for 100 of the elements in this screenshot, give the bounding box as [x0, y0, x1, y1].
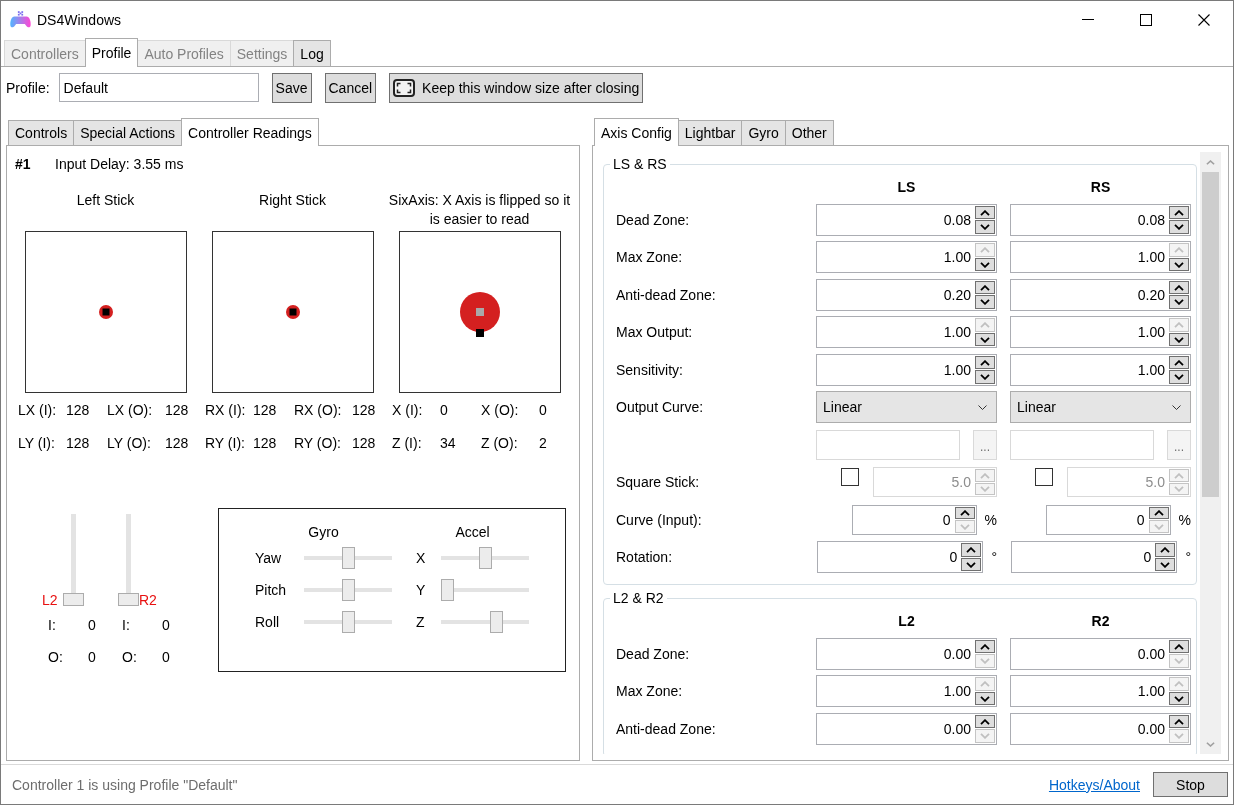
slider-thumb[interactable]: [478, 547, 492, 569]
spin-down-button[interactable]: [975, 691, 995, 706]
slider-thumb[interactable]: [341, 579, 355, 601]
reading-value: 34: [440, 434, 457, 451]
number-spinner[interactable]: 0.20: [816, 278, 997, 311]
reading-value: 128: [253, 401, 278, 418]
number-spinner[interactable]: 0.08: [1010, 203, 1191, 236]
number-spinner[interactable]: 1.00: [816, 316, 997, 349]
number-spinner[interactable]: 0.08: [816, 203, 997, 236]
slider-thumb[interactable]: [341, 611, 355, 633]
tab[interactable]: Controller Readings: [181, 118, 319, 146]
spin-up-button[interactable]: [954, 506, 975, 520]
text-field[interactable]: [1010, 429, 1154, 460]
dropdown[interactable]: Linear: [1010, 391, 1191, 424]
number-spinner[interactable]: 1.00: [816, 675, 997, 708]
spin-up-button[interactable]: [975, 205, 995, 220]
number-spinner[interactable]: 1.00: [1010, 675, 1191, 708]
tab[interactable]: Lightbar: [677, 120, 743, 145]
chevron-down-icon: [980, 261, 990, 268]
spin-down-button[interactable]: [975, 332, 995, 347]
number-spinner[interactable]: 0.00: [816, 637, 997, 670]
spin-down-button[interactable]: [1169, 370, 1189, 384]
number-spinner[interactable]: 1.00: [1010, 241, 1191, 274]
tab[interactable]: Profile: [84, 38, 139, 67]
tab[interactable]: Axis Config: [594, 118, 679, 146]
chevron-up-icon[interactable]: [1206, 160, 1215, 165]
slider-thumb[interactable]: [441, 579, 454, 601]
stop-button[interactable]: Stop: [1153, 772, 1228, 797]
number-spinner[interactable]: 1.00: [816, 353, 997, 386]
chevron-down-icon: [959, 523, 970, 530]
chevron-up-icon: [980, 643, 990, 650]
tab[interactable]: Other: [784, 120, 834, 145]
spin-up-button[interactable]: [1169, 639, 1189, 654]
slider-thumb[interactable]: [341, 547, 355, 569]
spin-up-button[interactable]: [1169, 205, 1189, 220]
spin-down-button[interactable]: [975, 370, 995, 384]
number-spinner[interactable]: 1.00: [1010, 353, 1191, 386]
text-field[interactable]: [816, 429, 960, 460]
setting-label: Anti-dead Zone:: [616, 286, 717, 303]
spin-down-button[interactable]: [961, 557, 982, 572]
browse-button[interactable]: ...: [973, 429, 997, 460]
spin-up-button[interactable]: [975, 280, 995, 295]
number-spinner[interactable]: 0: [817, 541, 984, 574]
spin-down-button[interactable]: [1169, 691, 1189, 706]
chevron-down-icon: [1153, 523, 1164, 530]
reading-value: 0: [539, 401, 548, 418]
column-header: R2: [1090, 613, 1111, 629]
number-spinner[interactable]: 0: [1011, 541, 1178, 574]
scrollbar[interactable]: [1200, 152, 1221, 754]
spin-up-button[interactable]: [961, 543, 982, 557]
number-spinner[interactable]: 0: [1045, 504, 1171, 535]
spin-up-button[interactable]: [1169, 714, 1189, 729]
number-spinner[interactable]: 0.20: [1010, 278, 1191, 311]
slider-thumb[interactable]: [62, 593, 84, 606]
number-spinner[interactable]: 0.00: [1010, 712, 1191, 745]
chevron-down-icon: [966, 561, 977, 568]
input-delay-label: Input Delay: 3.55 ms: [55, 156, 184, 172]
chevron-down-icon[interactable]: [1206, 742, 1215, 747]
spin-down-button[interactable]: [975, 257, 995, 272]
number-spinner[interactable]: 0.00: [816, 712, 997, 745]
stick-title: Right Stick: [258, 191, 327, 210]
spin-down-button[interactable]: [1155, 557, 1176, 572]
action-button[interactable]: Keep this window size after closing: [389, 72, 644, 103]
spin-down-button[interactable]: [1169, 332, 1189, 347]
tab[interactable]: Gyro: [741, 120, 786, 145]
reading-label: RY (I):: [205, 434, 246, 451]
spin-down-button[interactable]: [1169, 257, 1189, 272]
dropdown[interactable]: Linear: [816, 391, 997, 424]
spin-up-button[interactable]: [1169, 280, 1189, 295]
profile-name-field[interactable]: Default: [58, 73, 259, 102]
slider-thumb[interactable]: [118, 593, 139, 606]
spin-down-button[interactable]: [1169, 220, 1189, 234]
number-spinner[interactable]: 0.00: [1010, 637, 1191, 670]
number-spinner[interactable]: 1.00: [1010, 316, 1191, 349]
spin-up-button[interactable]: [975, 714, 995, 729]
hotkeys-link[interactable]: Hotkeys/About: [1048, 776, 1140, 793]
column-header: RS: [1089, 179, 1112, 195]
field-label: Profile:: [6, 79, 50, 96]
action-button[interactable]: Save: [271, 72, 312, 103]
spin-up-button[interactable]: [975, 639, 995, 654]
chevron-down-icon: [980, 374, 990, 380]
spin-down-button[interactable]: [1169, 295, 1189, 309]
tab[interactable]: Controls: [8, 120, 75, 145]
spin-up-button[interactable]: [1155, 543, 1176, 557]
setting-label: Dead Zone:: [616, 645, 691, 662]
spin-up-button[interactable]: [1148, 506, 1169, 520]
spin-down-button[interactable]: [975, 295, 995, 309]
tab[interactable]: Special Actions: [73, 120, 183, 145]
spin-down-button[interactable]: [975, 220, 995, 234]
number-spinner[interactable]: 1.00: [816, 241, 997, 274]
tab[interactable]: Log: [293, 40, 331, 66]
spin-up-button[interactable]: [975, 355, 995, 370]
spin-up-button[interactable]: [1169, 355, 1189, 370]
window-title: DS4Windows: [37, 11, 122, 28]
axis-label: Y: [416, 582, 427, 598]
scrollbar-thumb[interactable]: [1202, 172, 1219, 497]
number-spinner[interactable]: 0: [851, 504, 977, 535]
action-button[interactable]: Cancel: [324, 72, 377, 103]
browse-button[interactable]: ...: [1167, 429, 1191, 460]
slider-thumb[interactable]: [489, 611, 503, 633]
